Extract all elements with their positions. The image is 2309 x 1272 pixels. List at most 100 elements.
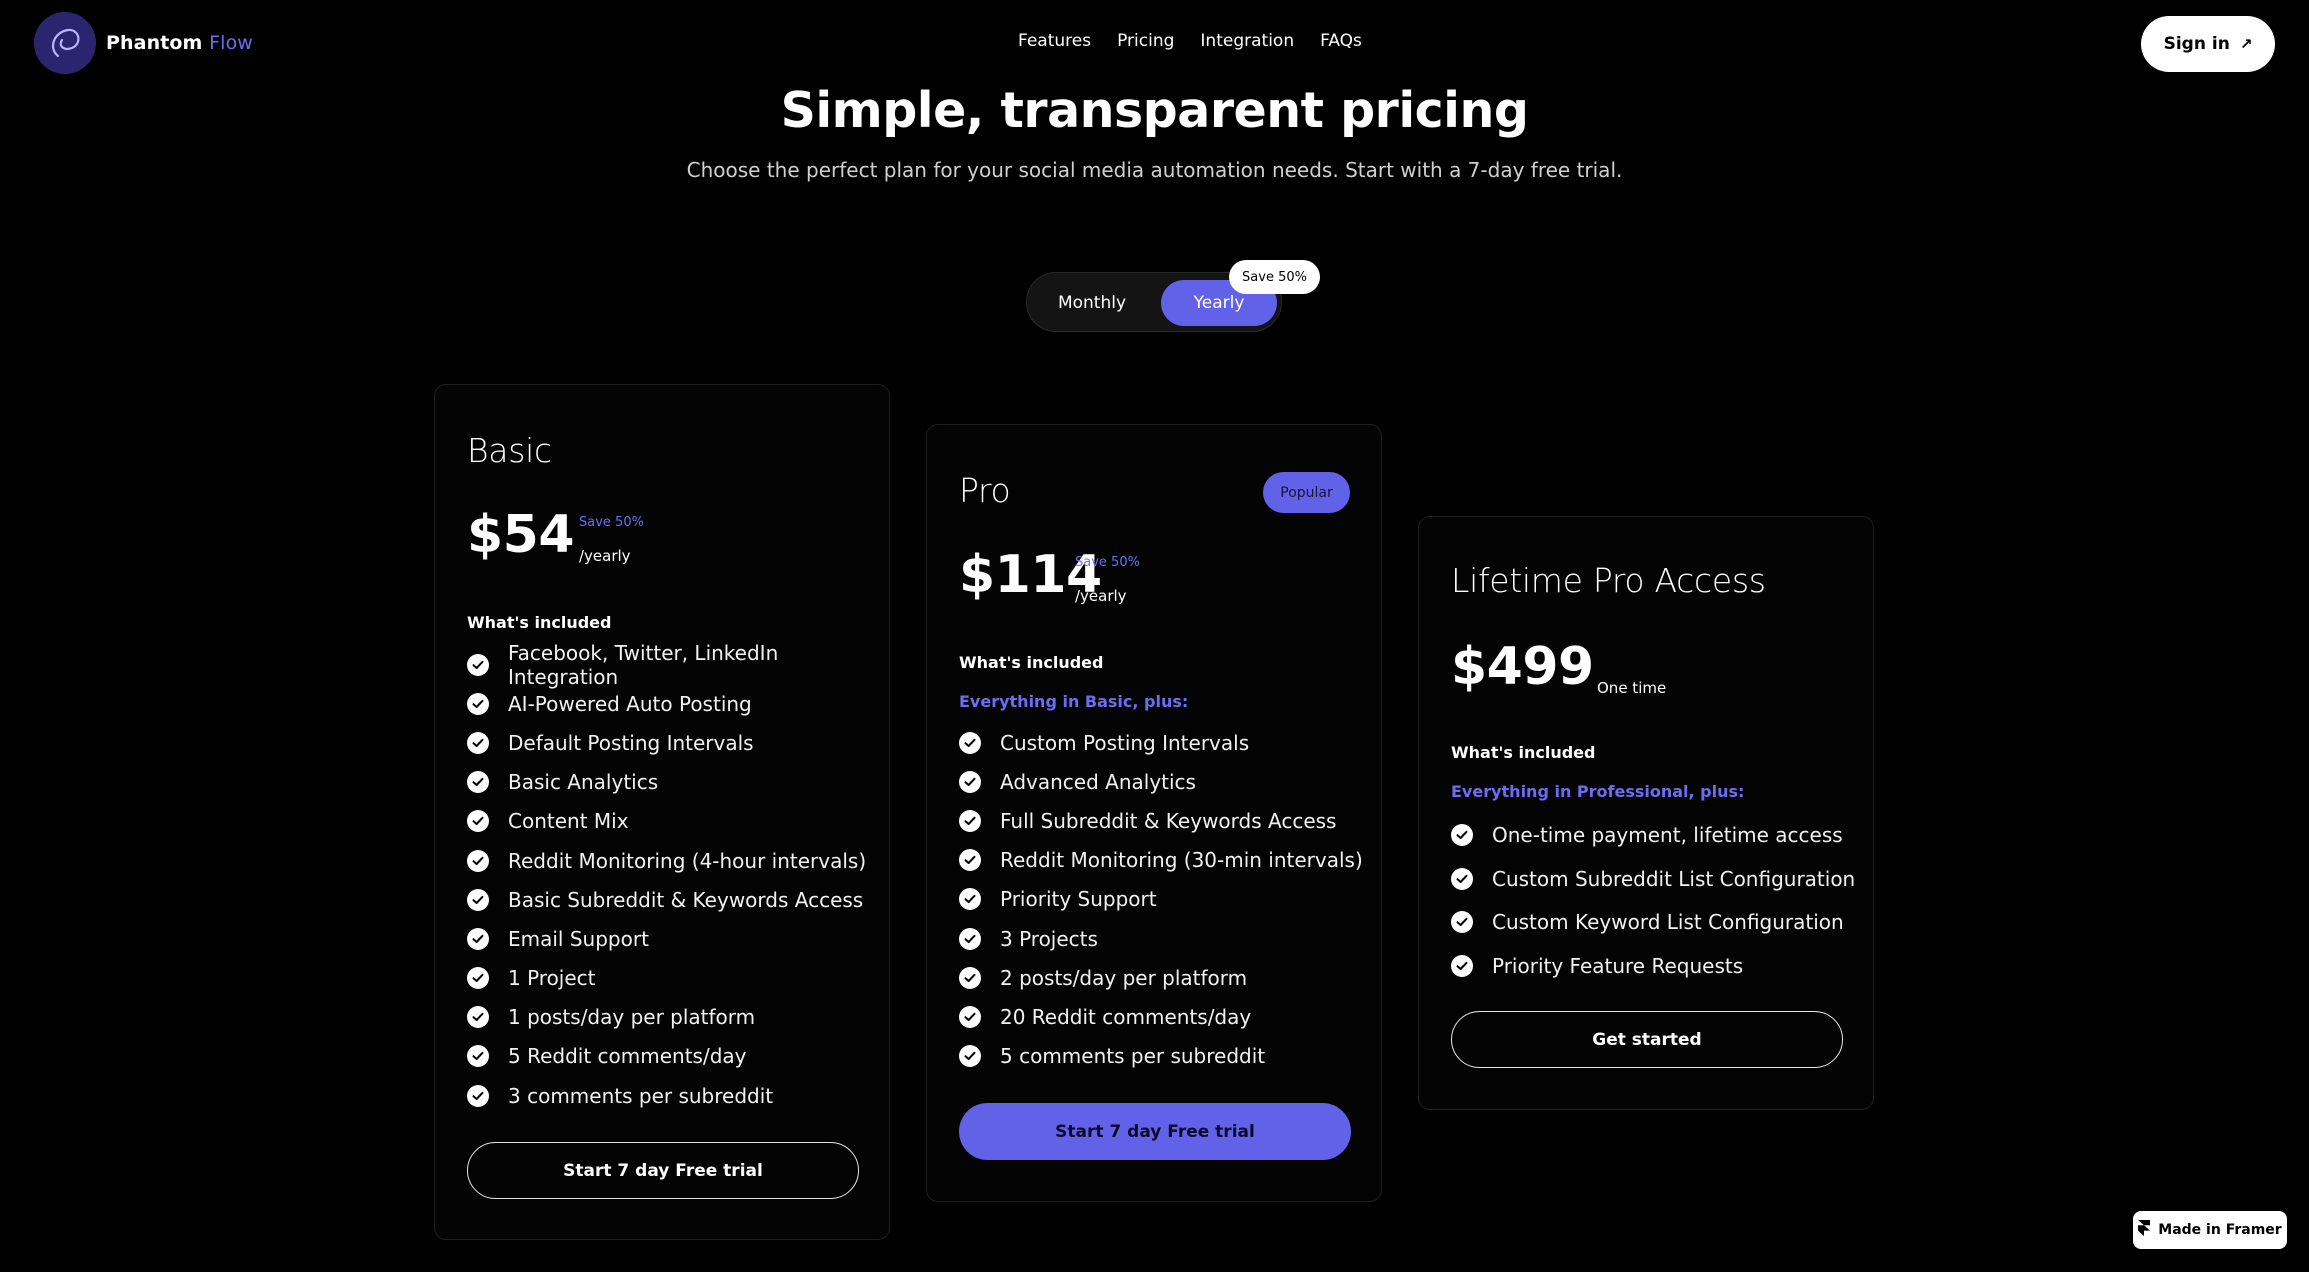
feature-text: Priority Feature Requests <box>1492 954 1744 979</box>
plan-price: $499 <box>1451 637 1594 697</box>
nav-pricing[interactable]: Pricing <box>1117 31 1174 51</box>
feature-text: 20 Reddit comments/day <box>1000 1004 1252 1029</box>
check-icon <box>467 1084 489 1107</box>
framer-logo-icon <box>2138 1220 2151 1240</box>
feature-item: Full Subreddit & Keywords Access <box>959 801 1363 840</box>
feature-item: 1 posts/day per platform <box>467 998 889 1037</box>
feature-item: One-time payment, lifetime access <box>1451 813 1855 857</box>
check-icon <box>467 810 489 833</box>
feature-item: AI-Powered Auto Posting <box>467 684 889 723</box>
nav-features[interactable]: Features <box>1018 31 1091 51</box>
check-icon <box>1451 867 1473 890</box>
arrow-up-right-icon: ↗ <box>2239 35 2253 53</box>
plan-period: One time <box>1597 679 1667 697</box>
feature-text: Advanced Analytics <box>1000 769 1196 794</box>
feature-text: Custom Subreddit List Configuration <box>1492 866 1856 891</box>
check-icon <box>467 967 489 990</box>
feature-text: 1 posts/day per platform <box>508 1005 756 1030</box>
feature-text: 5 Reddit comments/day <box>508 1044 747 1069</box>
check-icon <box>959 1005 981 1028</box>
check-icon <box>1451 911 1473 934</box>
nav-integration[interactable]: Integration <box>1200 31 1294 51</box>
feature-text: Default Posting Intervals <box>508 730 754 755</box>
get-started-button[interactable]: Get started <box>1451 1011 1843 1068</box>
check-icon <box>467 1045 489 1068</box>
plan-card-lifetime: Lifetime Pro Access $499 One time What's… <box>1418 516 1874 1110</box>
feature-text: Priority Support <box>1000 887 1157 912</box>
start-trial-button[interactable]: Start 7 day Free trial <box>959 1103 1351 1160</box>
feature-item: 5 Reddit comments/day <box>467 1037 889 1076</box>
check-icon <box>467 1006 489 1029</box>
feature-text: Email Support <box>508 926 649 951</box>
feature-text: 3 Projects <box>1000 926 1098 951</box>
feature-item: Basic Subreddit & Keywords Access <box>467 880 889 919</box>
feature-item: Reddit Monitoring (4-hour intervals) <box>467 841 889 880</box>
plan-name: Lifetime Pro Access <box>1451 561 1766 600</box>
check-icon <box>467 692 489 715</box>
nav-faqs[interactable]: FAQs <box>1320 31 1362 51</box>
feature-list: Facebook, Twitter, LinkedIn Integration A… <box>467 641 889 1115</box>
feature-text: Facebook, Twitter, LinkedIn Integration <box>508 640 779 689</box>
check-icon <box>959 731 981 754</box>
check-icon <box>959 888 981 911</box>
plan-save-label: Save 50% <box>579 515 644 530</box>
feature-item: Advanced Analytics <box>959 762 1363 801</box>
included-heading: What's included <box>1451 743 1596 762</box>
check-icon <box>959 1045 981 1068</box>
feature-item: Custom Posting Intervals <box>959 723 1363 762</box>
feature-item: Reddit Monitoring (30-min intervals) <box>959 841 1363 880</box>
feature-list: Custom Posting Intervals Advanced Analyti… <box>959 723 1363 1076</box>
included-heading: What's included <box>467 613 612 632</box>
feature-text: 2 posts/day per platform <box>1000 965 1248 990</box>
plan-period: /yearly <box>1075 587 1127 605</box>
feature-text: 3 comments per subreddit <box>508 1083 774 1108</box>
feature-item: 2 posts/day per platform <box>959 958 1363 997</box>
save-badge: Save 50% <box>1229 260 1320 294</box>
plan-period: /yearly <box>579 547 631 565</box>
feature-text: Basic Analytics <box>508 770 659 795</box>
feature-text: AI-Powered Auto Posting <box>508 691 752 716</box>
feature-list: One-time payment, lifetime access Custom … <box>1451 813 1855 988</box>
check-icon <box>959 809 981 832</box>
feature-text: Content Mix <box>508 809 629 834</box>
feature-item: Priority Support <box>959 880 1363 919</box>
brand-logo[interactable]: Phantom Flow <box>34 12 253 74</box>
popular-badge: Popular <box>1263 472 1350 513</box>
feature-text: 1 Project <box>508 966 596 991</box>
check-icon <box>467 849 489 872</box>
plan-plus-line: Everything in Professional, plus: <box>1451 782 1745 801</box>
brand-name-accent: Flow <box>209 32 253 54</box>
feature-item: 1 Project <box>467 959 889 998</box>
made-in-framer-label: Made in Framer <box>2158 1222 2282 1238</box>
start-trial-button[interactable]: Start 7 day Free trial <box>467 1142 859 1199</box>
check-icon <box>467 731 489 754</box>
brand-name-primary: Phantom <box>106 32 203 54</box>
check-icon <box>959 927 981 950</box>
check-icon <box>467 653 489 676</box>
brand-logo-icon <box>34 12 96 74</box>
feature-text: Reddit Monitoring (4-hour intervals) <box>508 848 867 873</box>
feature-item: Priority Feature Requests <box>1451 944 1855 988</box>
brand-name: Phantom Flow <box>106 32 253 54</box>
check-icon <box>959 770 981 793</box>
check-icon <box>467 771 489 794</box>
feature-text: Custom Posting Intervals <box>1000 730 1250 755</box>
made-in-framer-badge[interactable]: Made in Framer <box>2133 1211 2287 1249</box>
feature-item: 3 comments per subreddit <box>467 1076 889 1115</box>
check-icon <box>467 927 489 950</box>
sign-in-button[interactable]: Sign in ↗ <box>2141 16 2275 72</box>
page-title: Simple, transparent pricing <box>780 82 1529 139</box>
plan-plus-line: Everything in Basic, plus: <box>959 692 1189 711</box>
feature-item: 3 Projects <box>959 919 1363 958</box>
feature-text: Reddit Monitoring (30-min intervals) <box>1000 848 1363 873</box>
plan-card-basic: Basic $54 Save 50% /yearly What's includ… <box>434 384 890 1240</box>
page-subtitle: Choose the perfect plan for your social … <box>686 158 1623 182</box>
feature-item: Facebook, Twitter, LinkedIn Integration <box>467 641 889 689</box>
main-nav: Features Pricing Integration FAQs <box>1018 31 1362 51</box>
plan-price: $54 <box>467 505 575 565</box>
billing-monthly-option[interactable]: Monthly <box>1037 280 1147 326</box>
plan-name: Pro <box>959 471 1011 510</box>
plan-save-label: Save 50% <box>1075 555 1140 570</box>
sign-in-label: Sign in <box>2163 34 2230 54</box>
feature-text: Basic Subreddit & Keywords Access <box>508 887 864 912</box>
